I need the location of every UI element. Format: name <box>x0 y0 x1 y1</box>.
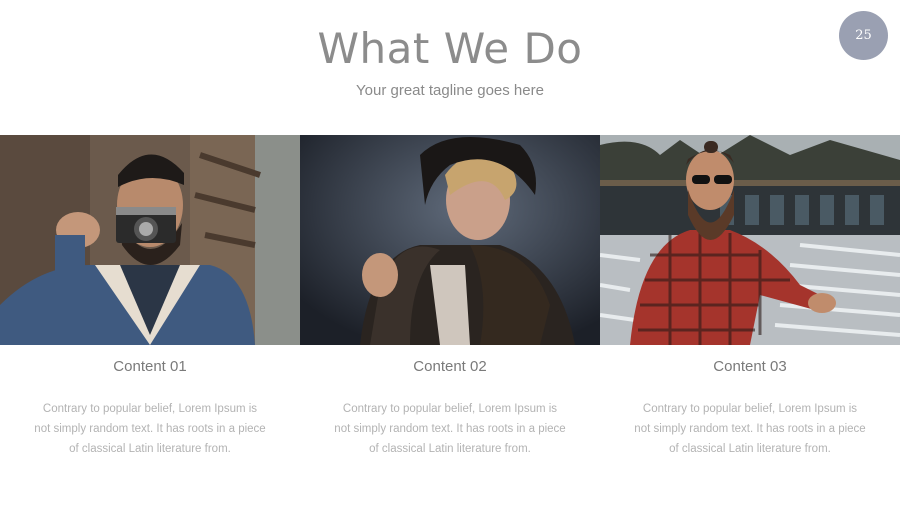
slide-tagline: Your great tagline goes here <box>356 82 544 99</box>
column-text: Contrary to popular belief, Lorem Ipsum … <box>634 403 866 455</box>
column-title: Content 01 <box>113 358 187 375</box>
page-number-badge: 25 <box>839 11 888 60</box>
bearded-man-plaid-photo <box>600 135 900 345</box>
photo-strip <box>0 135 900 345</box>
slide-title: What We Do <box>317 24 583 73</box>
column-text: Contrary to popular belief, Lorem Ipsum … <box>334 403 566 455</box>
woman-in-fur-photo <box>300 135 600 345</box>
content-columns: Content 01 Contrary to popular belief, L… <box>0 355 900 459</box>
content-column: Content 01 Contrary to popular belief, L… <box>0 355 300 459</box>
column-title: Content 03 <box>713 358 787 375</box>
man-with-camera-photo <box>0 135 300 345</box>
column-text: Contrary to popular belief, Lorem Ipsum … <box>34 403 266 455</box>
content-column: Content 02 Contrary to popular belief, L… <box>300 355 600 459</box>
column-title: Content 02 <box>413 358 487 375</box>
content-column: Content 03 Contrary to popular belief, L… <box>600 355 900 459</box>
